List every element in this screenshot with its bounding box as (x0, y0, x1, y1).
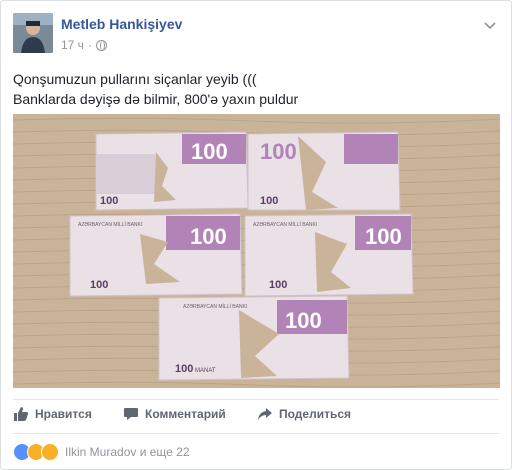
post-text-line: Qonşumuzun pullarını siçanlar yeyib ((( (13, 71, 257, 87)
banknote: 100 100 (95, 131, 249, 211)
reactions-label[interactable]: Ilkin Muradov и еще 22 (65, 445, 190, 459)
chevron-down-icon[interactable] (483, 19, 497, 33)
share-icon (258, 408, 272, 420)
comment-label: Комментарий (145, 407, 226, 421)
banknote: 100 100 (247, 131, 401, 211)
reactions-bar[interactable]: Ilkin Muradov и еще 22 (13, 433, 499, 470)
post-meta: 17 ч · (61, 38, 107, 52)
post-time[interactable]: 17 ч (61, 38, 84, 52)
svg-text:MANAT: MANAT (195, 368, 216, 374)
svg-text:100: 100 (190, 224, 227, 249)
svg-text:100: 100 (269, 279, 287, 291)
svg-text:100: 100 (285, 308, 322, 333)
post-actions: Нравится Комментарий Поделиться (13, 399, 499, 432)
share-button[interactable]: Поделиться (257, 406, 351, 422)
banknote: 100 100 AZƏRBAYCAN MİLLİ BANKI (69, 213, 243, 297)
svg-text:100: 100 (191, 139, 228, 164)
meta-separator: · (87, 38, 92, 52)
comment-button[interactable]: Комментарий (123, 406, 226, 422)
post-header: Metleb Hankişiyev 17 ч · (13, 13, 499, 57)
wow-reaction-icon (41, 443, 59, 461)
post-photo[interactable]: 100 100 100 100 100 100 AZƏRBAYCAN MİLLİ… (13, 114, 500, 388)
svg-text:AZƏRBAYCAN MİLLİ BANKI: AZƏRBAYCAN MİLLİ BANKI (253, 221, 317, 228)
like-label: Нравится (35, 407, 92, 421)
post-card: Metleb Hankişiyev 17 ч · Qonşumuzun pull… (0, 0, 512, 470)
thumbs-up-icon (14, 407, 28, 421)
author-name[interactable]: Metleb Hankişiyev (61, 16, 182, 32)
post-text-line: Banklarda dəyişə də bilmir, 800'ə yaxın … (13, 91, 299, 107)
svg-text:100: 100 (260, 139, 297, 164)
svg-text:100: 100 (365, 224, 402, 249)
svg-text:100: 100 (260, 195, 278, 207)
globe-icon (95, 39, 107, 51)
svg-text:AZƏRBAYCAN MİLLİ BANKI: AZƏRBAYCAN MİLLİ BANKI (183, 303, 247, 310)
banknote: 100 100 AZƏRBAYCAN MİLLİ BANKI (244, 213, 414, 297)
comment-icon (124, 408, 138, 420)
post-text: Qonşumuzun pullarını siçanlar yeyib ((( … (13, 69, 499, 109)
banknote: 100 100 MANAT AZƏRBAYCAN MİLLİ BANKI (158, 295, 350, 381)
like-button[interactable]: Нравится (13, 406, 92, 422)
svg-text:AZƏRBAYCAN MİLLİ BANKI: AZƏRBAYCAN MİLLİ BANKI (78, 221, 142, 228)
svg-text:100: 100 (100, 195, 118, 207)
avatar[interactable] (13, 13, 53, 53)
svg-text:100: 100 (175, 363, 193, 375)
share-label: Поделиться (279, 407, 352, 421)
svg-text:100: 100 (90, 279, 108, 291)
